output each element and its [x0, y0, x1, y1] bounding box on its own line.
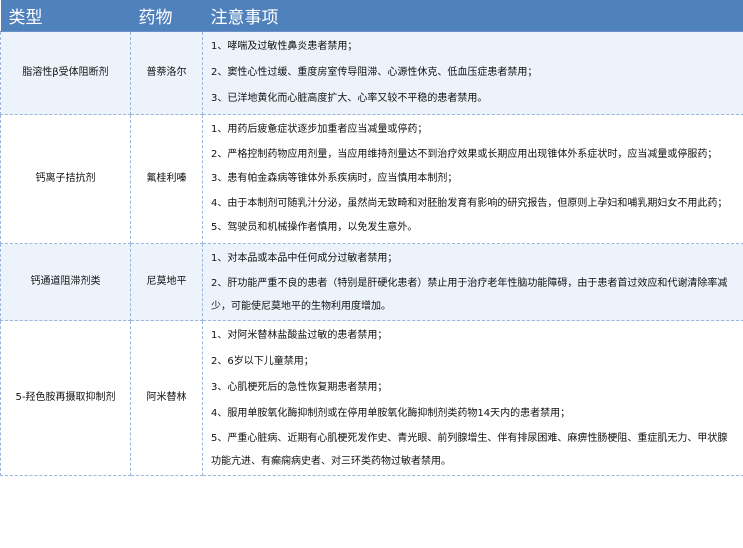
drug-type-cell: 5-羟色胺再摄取抑制剂: [0, 320, 131, 476]
table-row: 脂溶性β受体阻断剂 普萘洛尔 1、哮喘及过敏性鼻炎患者禁用； 2、窦性心性过缓、…: [0, 31, 743, 115]
header-notes: 注意事项: [202, 0, 743, 32]
drug-name-cell: 尼莫地平: [130, 243, 203, 321]
drug-type-cell: 脂溶性β受体阻断剂: [0, 31, 131, 115]
note-item: 2、严格控制药物应用剂量，当应用维持剂量达不到治疗效果或长期应用出现锥体外系症状…: [211, 149, 718, 160]
note-item: 2、窦性心性过缓、重度房室传导阻滞、心源性休克、低血压症患者禁用；: [211, 67, 538, 78]
drug-name-cell: 普萘洛尔: [130, 31, 203, 115]
drug-name-cell: 阿米替林: [130, 320, 203, 476]
note-item: 2、肝功能严重不良的患者（特别是肝硬化患者）禁止用于治疗老年性脑功能障碍，由于患…: [211, 278, 728, 312]
note-item: 5、驾驶员和机械操作者慎用，以免发生意外。: [211, 222, 418, 233]
note-item: 1、对本品或本品中任何成分过敏者禁用；: [211, 253, 398, 264]
note-item: 4、服用单胺氧化酶抑制剂或在停用单胺氧化酶抑制剂类药物14天内的患者禁用；: [211, 408, 571, 419]
notes-cell: 1、哮喘及过敏性鼻炎患者禁用； 2、窦性心性过缓、重度房室传导阻滞、心源性休克、…: [202, 31, 743, 115]
header-type: 类型: [0, 0, 131, 32]
note-item: 4、由于本制剂可随乳汁分泌，虽然尚无致畸和对胚胎发育有影响的研究报告，但原则上孕…: [211, 198, 728, 209]
note-item: 1、对阿米替林盐酸盐过敏的患者禁用；: [211, 330, 388, 341]
precautions-table: 类型 药物 注意事项 脂溶性β受体阻断剂 普萘洛尔 1、哮喘及过敏性鼻炎患者禁用…: [0, 0, 743, 476]
note-item: 1、哮喘及过敏性鼻炎患者禁用；: [211, 41, 358, 52]
note-item: 3、已洋地黄化而心脏高度扩大、心率又较不平稳的患者禁用。: [211, 93, 488, 104]
note-item: 2、6岁以下儿童禁用；: [211, 356, 314, 367]
notes-cell: 1、对本品或本品中任何成分过敏者禁用； 2、肝功能严重不良的患者（特别是肝硬化患…: [202, 243, 743, 321]
note-item: 1、用药后疲惫症状逐步加重者应当减量或停药；: [211, 124, 428, 135]
table-row: 钙通道阻滞剂类 尼莫地平 1、对本品或本品中任何成分过敏者禁用； 2、肝功能严重…: [0, 243, 743, 321]
notes-cell: 1、用药后疲惫症状逐步加重者应当减量或停药； 2、严格控制药物应用剂量，当应用维…: [202, 114, 743, 244]
table-row: 钙离子拮抗剂 氟桂利嗪 1、用药后疲惫症状逐步加重者应当减量或停药； 2、严格控…: [0, 114, 743, 244]
note-item: 3、心肌梗死后的急性恢复期患者禁用；: [211, 382, 388, 393]
drug-name-cell: 氟桂利嗪: [130, 114, 203, 244]
notes-cell: 1、对阿米替林盐酸盐过敏的患者禁用； 2、6岁以下儿童禁用； 3、心肌梗死后的急…: [202, 320, 743, 476]
note-item: 3、患有帕金森病等锥体外系疾病时，应当慎用本制剂；: [211, 173, 458, 184]
header-drug: 药物: [130, 0, 203, 32]
header-row: 类型 药物 注意事项: [0, 0, 743, 32]
table-row: 5-羟色胺再摄取抑制剂 阿米替林 1、对阿米替林盐酸盐过敏的患者禁用； 2、6岁…: [0, 320, 743, 476]
note-item: 5、严重心脏病、近期有心肌梗死发作史、青光眼、前列腺增生、伴有排尿困难、麻痹性肠…: [211, 433, 728, 467]
drug-type-cell: 钙通道阻滞剂类: [0, 243, 131, 321]
drug-type-cell: 钙离子拮抗剂: [0, 114, 131, 244]
